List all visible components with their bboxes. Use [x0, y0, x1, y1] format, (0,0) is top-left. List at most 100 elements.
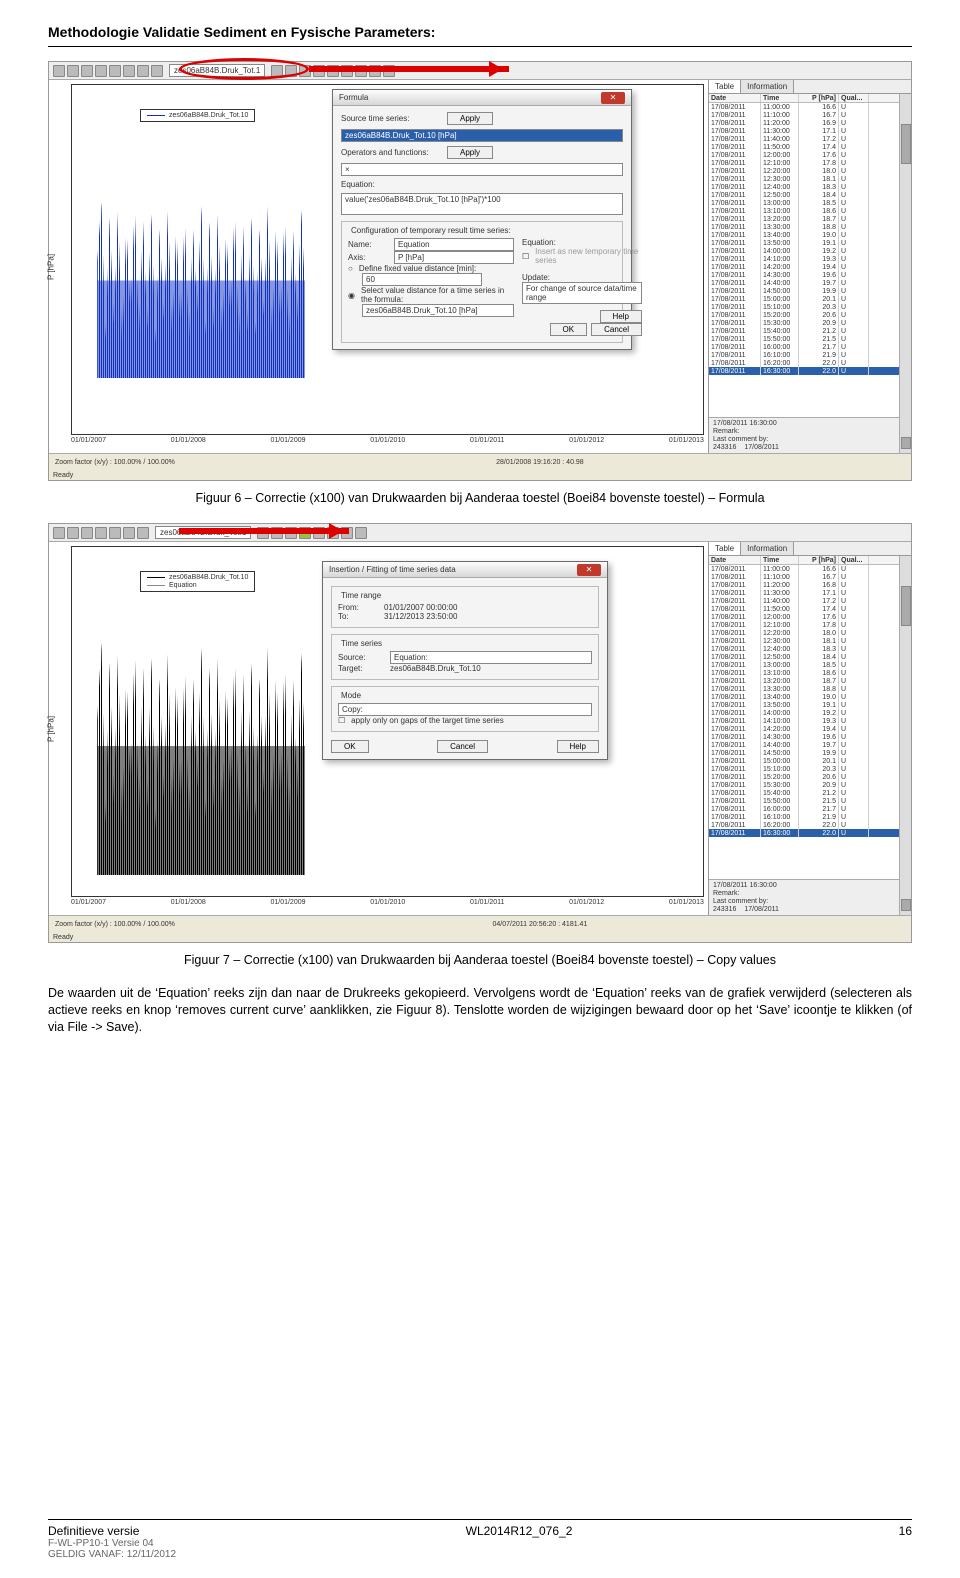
table-row[interactable]: 17/08/201114:40:0019.7U: [709, 279, 911, 287]
series-distance-select[interactable]: zes06aB84B.Druk_Tot.10 [hPa]: [362, 304, 514, 317]
table-row[interactable]: 17/08/201115:40:0021.2U: [709, 789, 911, 797]
close-icon[interactable]: ✕: [601, 92, 625, 104]
toolbar-icon[interactable]: [271, 65, 283, 77]
table-row[interactable]: 17/08/201115:10:0020.3U: [709, 303, 911, 311]
ok-button[interactable]: OK: [331, 740, 369, 753]
equation-input[interactable]: value('zes06aB84B.Druk_Tot.10 [hPa]')*10…: [341, 193, 623, 215]
table-rows[interactable]: 17/08/201111:00:0016.6U17/08/201111:10:0…: [709, 103, 911, 417]
table-row[interactable]: 17/08/201111:30:0017.1U: [709, 127, 911, 135]
table-row[interactable]: 17/08/201116:30:0022.0U: [709, 829, 911, 837]
toolbar-icon[interactable]: [53, 527, 65, 539]
table-row[interactable]: 17/08/201112:40:0018.3U: [709, 645, 911, 653]
toolbar-icon[interactable]: [53, 65, 65, 77]
table-row[interactable]: 17/08/201114:30:0019.6U: [709, 733, 911, 741]
table-row[interactable]: 17/08/201114:20:0019.4U: [709, 725, 911, 733]
table-row[interactable]: 17/08/201113:30:0018.8U: [709, 685, 911, 693]
radio-define-fixed[interactable]: ○: [348, 264, 353, 273]
toolbar-icon[interactable]: [109, 527, 121, 539]
operators-input[interactable]: ×: [341, 163, 623, 176]
radio-select-distance[interactable]: ◉: [348, 291, 355, 300]
ok-button[interactable]: OK: [550, 323, 588, 336]
help-button[interactable]: Help: [600, 310, 642, 323]
table-row[interactable]: 17/08/201111:30:0017.1U: [709, 589, 911, 597]
toolbar-icon[interactable]: [81, 65, 93, 77]
table-row[interactable]: 17/08/201111:50:0017.4U: [709, 605, 911, 613]
table-row[interactable]: 17/08/201111:20:0016.9U: [709, 119, 911, 127]
table-row[interactable]: 17/08/201115:20:0020.6U: [709, 311, 911, 319]
toolbar-icon[interactable]: [123, 65, 135, 77]
plot-area[interactable]: P [hPa] zes06aB84B.Druk_Tot.10 Equation …: [49, 542, 708, 915]
toolbar-icon[interactable]: [95, 65, 107, 77]
table-row[interactable]: 17/08/201111:20:0016.8U: [709, 581, 911, 589]
table-row[interactable]: 17/08/201111:00:0016.6U: [709, 103, 911, 111]
table-row[interactable]: 17/08/201116:10:0021.9U: [709, 813, 911, 821]
table-row[interactable]: 17/08/201111:40:0017.2U: [709, 135, 911, 143]
table-row[interactable]: 17/08/201111:50:0017.4U: [709, 143, 911, 151]
table-row[interactable]: 17/08/201111:10:0016.7U: [709, 111, 911, 119]
table-row[interactable]: 17/08/201113:50:0019.1U: [709, 701, 911, 709]
table-row[interactable]: 17/08/201116:30:0022.0U: [709, 367, 911, 375]
checkbox-apply-gaps[interactable]: ☐: [338, 716, 345, 725]
table-row[interactable]: 17/08/201115:20:0020.6U: [709, 773, 911, 781]
tab-table[interactable]: Table: [709, 80, 741, 93]
table-row[interactable]: 17/08/201113:30:0018.8U: [709, 223, 911, 231]
table-row[interactable]: 17/08/201112:00:0017.6U: [709, 151, 911, 159]
table-row[interactable]: 17/08/201114:30:0019.6U: [709, 271, 911, 279]
table-row[interactable]: 17/08/201112:20:0018.0U: [709, 167, 911, 175]
scrollbar[interactable]: [899, 556, 911, 915]
cancel-button[interactable]: Cancel: [437, 740, 488, 753]
table-row[interactable]: 17/08/201113:20:0018.7U: [709, 677, 911, 685]
toolbar-icon[interactable]: [151, 65, 163, 77]
update-select[interactable]: For change of source data/time range: [522, 282, 642, 304]
scrollbar[interactable]: [899, 94, 911, 453]
table-row[interactable]: 17/08/201111:10:0016.7U: [709, 573, 911, 581]
series-selector[interactable]: zes06aB84B.Druk_Tot.1: [169, 64, 265, 77]
table-row[interactable]: 17/08/201112:50:0018.4U: [709, 191, 911, 199]
plot-area[interactable]: P [hPa] zes06aB84B.Druk_Tot.10 3020100 F…: [49, 80, 708, 453]
table-row[interactable]: 17/08/201113:10:0018.6U: [709, 207, 911, 215]
table-row[interactable]: 17/08/201113:50:0019.1U: [709, 239, 911, 247]
table-row[interactable]: 17/08/201113:00:0018.5U: [709, 661, 911, 669]
table-row[interactable]: 17/08/201112:30:0018.1U: [709, 637, 911, 645]
table-row[interactable]: 17/08/201116:10:0021.9U: [709, 351, 911, 359]
toolbar-icon[interactable]: [109, 65, 121, 77]
table-row[interactable]: 17/08/201114:00:0019.2U: [709, 709, 911, 717]
table-row[interactable]: 17/08/201112:30:0018.1U: [709, 175, 911, 183]
table-row[interactable]: 17/08/201111:00:0016.6U: [709, 565, 911, 573]
table-row[interactable]: 17/08/201115:50:0021.5U: [709, 797, 911, 805]
toolbar-icon[interactable]: [123, 527, 135, 539]
table-row[interactable]: 17/08/201113:40:0019.0U: [709, 231, 911, 239]
table-row[interactable]: 17/08/201115:00:0020.1U: [709, 295, 911, 303]
checkbox-insert-new[interactable]: ☐: [522, 252, 529, 261]
table-row[interactable]: 17/08/201112:10:0017.8U: [709, 159, 911, 167]
fixed-value-input[interactable]: 60: [362, 273, 482, 286]
tab-information[interactable]: Information: [741, 80, 794, 93]
toolbar-icon[interactable]: [355, 527, 367, 539]
close-icon[interactable]: ✕: [577, 564, 601, 576]
table-row[interactable]: 17/08/201115:30:0020.9U: [709, 319, 911, 327]
table-row[interactable]: 17/08/201115:40:0021.2U: [709, 327, 911, 335]
table-row[interactable]: 17/08/201115:50:0021.5U: [709, 335, 911, 343]
table-row[interactable]: 17/08/201116:00:0021.7U: [709, 805, 911, 813]
table-row[interactable]: 17/08/201112:20:0018.0U: [709, 629, 911, 637]
toolbar-icon[interactable]: [67, 527, 79, 539]
table-row[interactable]: 17/08/201115:10:0020.3U: [709, 765, 911, 773]
table-row[interactable]: 17/08/201113:20:0018.7U: [709, 215, 911, 223]
apply-button[interactable]: Apply: [447, 112, 493, 125]
table-row[interactable]: 17/08/201116:00:0021.7U: [709, 343, 911, 351]
table-rows[interactable]: 17/08/201111:00:0016.6U17/08/201111:10:0…: [709, 565, 911, 879]
help-button[interactable]: Help: [557, 740, 599, 753]
tab-table[interactable]: Table: [709, 542, 741, 555]
table-row[interactable]: 17/08/201112:40:0018.3U: [709, 183, 911, 191]
name-input[interactable]: Equation: [394, 238, 514, 251]
table-row[interactable]: 17/08/201114:40:0019.7U: [709, 741, 911, 749]
table-row[interactable]: 17/08/201113:00:0018.5U: [709, 199, 911, 207]
table-row[interactable]: 17/08/201112:00:0017.6U: [709, 613, 911, 621]
table-row[interactable]: 17/08/201112:10:0017.8U: [709, 621, 911, 629]
apply-button[interactable]: Apply: [447, 146, 493, 159]
table-row[interactable]: 17/08/201112:50:0018.4U: [709, 653, 911, 661]
source-select[interactable]: Equation:: [390, 651, 592, 664]
source-series-input[interactable]: zes06aB84B.Druk_Tot.10 [hPa]: [341, 129, 623, 142]
table-row[interactable]: 17/08/201115:00:0020.1U: [709, 757, 911, 765]
table-row[interactable]: 17/08/201114:50:0019.9U: [709, 287, 911, 295]
